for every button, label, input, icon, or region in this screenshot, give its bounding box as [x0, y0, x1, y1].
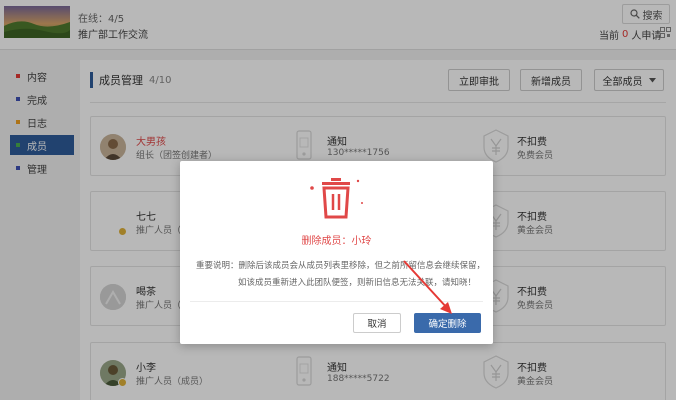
dialog-title: 删除成员：小玲: [301, 236, 372, 247]
delete-member-dialog: 删除成员：小玲 重要说明：删除后该成员会从成员列表里移除，但之前所留信息会继续保…: [180, 161, 493, 344]
dialog-notice: 如该成员重新进入此团队便签，则新旧信息无法关联，请知晓！: [238, 278, 477, 288]
confirm-delete-button[interactable]: 确定删除: [414, 313, 481, 333]
divider: [190, 301, 483, 302]
dialog-notice: 重要说明：删除后该成员会从成员列表里移除，但之前所留信息会继续保留，: [196, 261, 486, 271]
trash-icon: [310, 178, 363, 219]
cancel-button[interactable]: 取消: [353, 313, 401, 333]
